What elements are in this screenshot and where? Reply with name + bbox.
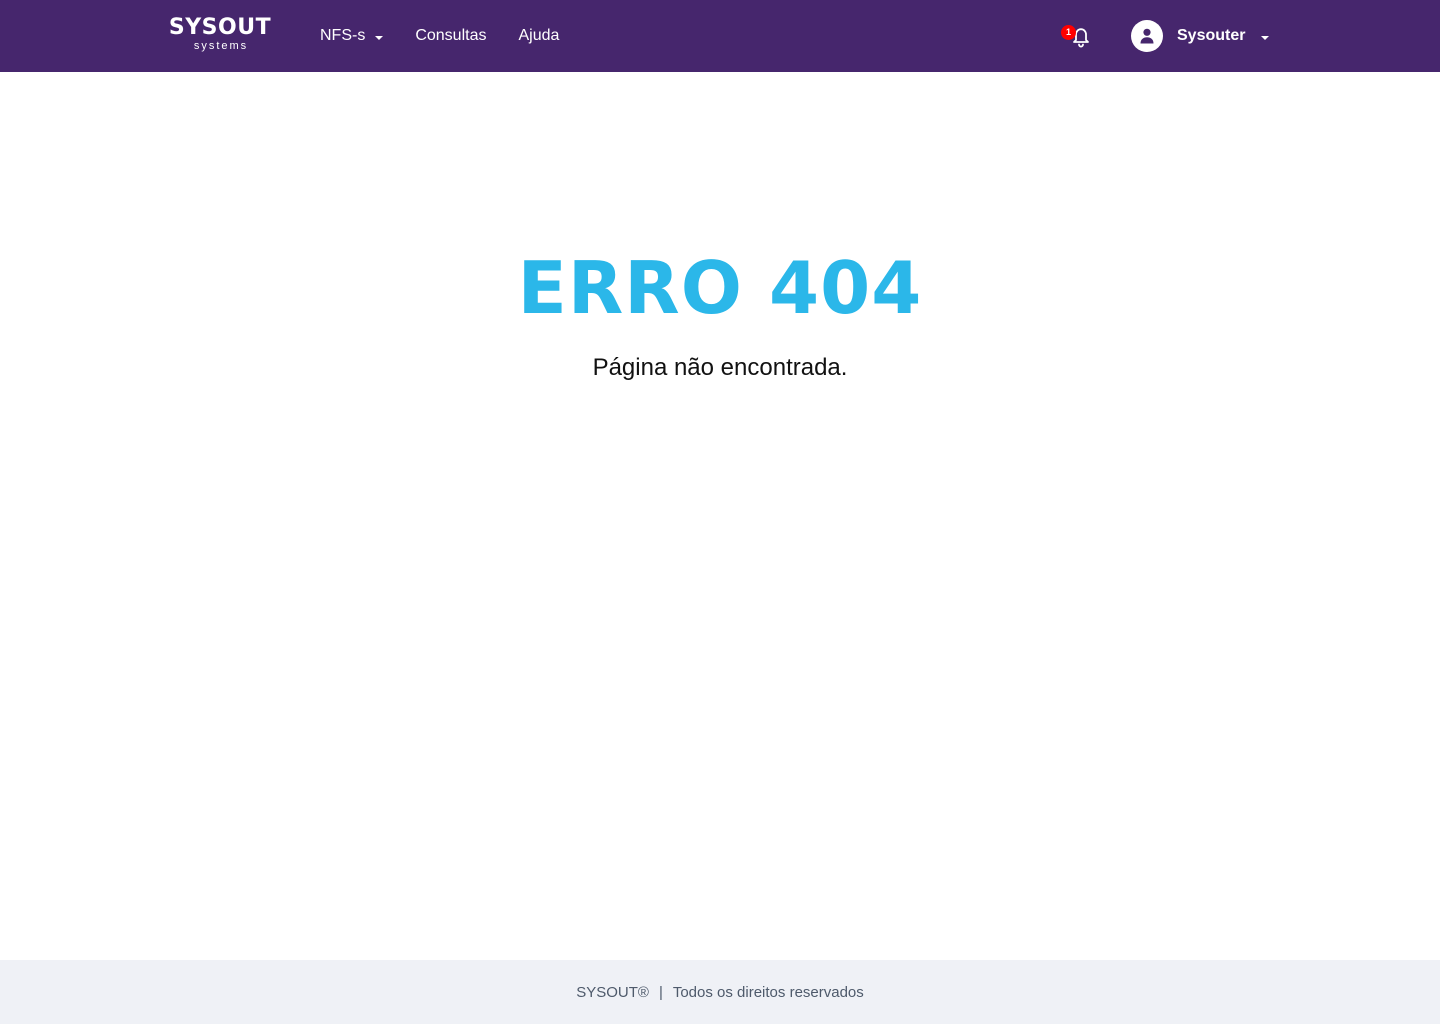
sysout-logo[interactable]: SYSOUT systems bbox=[165, 15, 275, 53]
nav-item-ajuda[interactable]: Ajuda bbox=[518, 27, 559, 45]
nav-item-nfs-label: NFS-s bbox=[320, 27, 366, 44]
main-nav: NFS-s Consultas Ajuda bbox=[320, 0, 591, 72]
top-navbar: SYSOUT systems NFS-s Consultas Ajuda 1 S… bbox=[0, 0, 1440, 72]
footer-separator: | bbox=[658, 983, 663, 1001]
error-section: ERRO 404 Página não encontrada. bbox=[0, 240, 1440, 384]
error-message: Página não encontrada. bbox=[592, 354, 848, 381]
logo-sub-text: systems bbox=[193, 40, 249, 52]
footer-brand: SYSOUT® bbox=[576, 983, 649, 1001]
footer-rights: Todos os direitos reservados bbox=[672, 983, 864, 1001]
logo-main-text: SYSOUT bbox=[168, 15, 272, 40]
notification-count-badge: 1 bbox=[1061, 25, 1076, 40]
caret-down-icon bbox=[1261, 35, 1270, 40]
user-menu[interactable]: Sysouter bbox=[1131, 20, 1270, 52]
nav-item-consultas[interactable]: Consultas bbox=[415, 27, 486, 45]
nav-item-consultas-label: Consultas bbox=[415, 27, 487, 44]
error-title: ERRO 404 bbox=[517, 246, 923, 330]
user-avatar-icon bbox=[1131, 20, 1163, 52]
user-name: Sysouter bbox=[1177, 27, 1246, 44]
page-footer: SYSOUT® | Todos os direitos reservados bbox=[0, 960, 1440, 1024]
caret-down-icon bbox=[375, 35, 384, 40]
nav-item-nfs[interactable]: NFS-s bbox=[320, 27, 384, 45]
nav-item-ajuda-label: Ajuda bbox=[518, 27, 560, 44]
